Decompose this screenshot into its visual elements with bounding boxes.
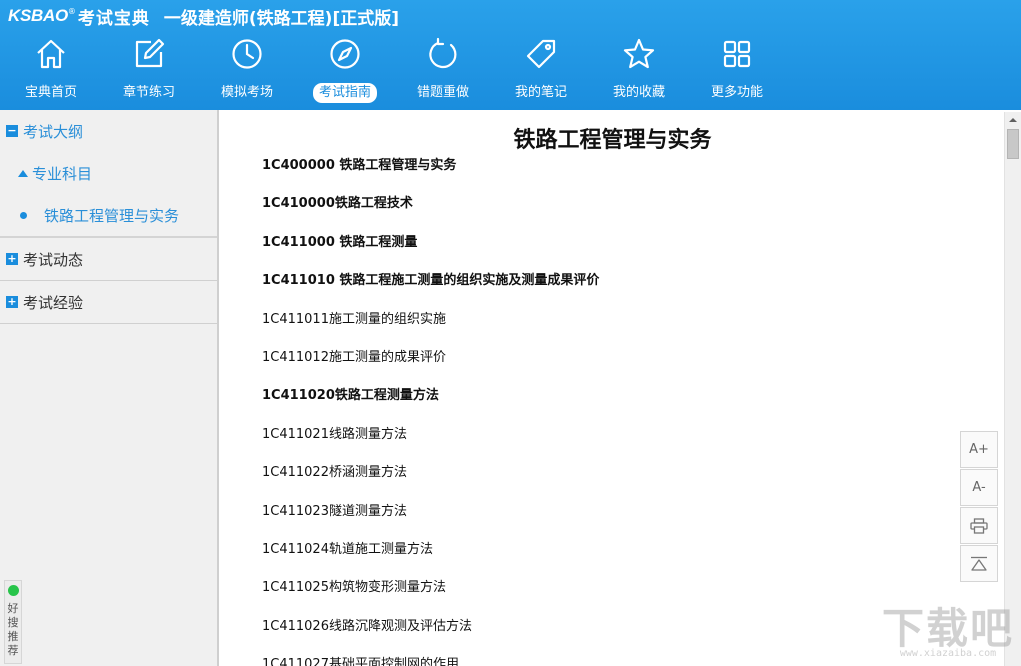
arrow-up-icon [1009, 118, 1017, 122]
sidebar-group-label: 考试经验 [23, 293, 84, 312]
nav-label: 更多功能 [710, 85, 763, 100]
document-title: 铁路工程管理与实务 [513, 128, 712, 153]
edit-icon [135, 38, 165, 68]
nav-item-redo-mistakes[interactable]: 错题重做 [394, 30, 492, 106]
clock-icon [232, 39, 262, 69]
nav-label: 我的收藏 [612, 85, 665, 100]
document-line: 1C400000 铁路工程管理与实务 [262, 158, 457, 173]
sidebar-group-exam-news[interactable]: + 考试动态 [0, 238, 217, 280]
sidebar-group-exam-experience[interactable]: + 考试经验 [0, 281, 217, 323]
sidebar-group-label: 考试大纲 [23, 122, 84, 141]
grid-icon [723, 40, 751, 68]
nav-item-my-notes[interactable]: 我的笔记 [492, 30, 590, 106]
sidebar-group-label: 考试动态 [23, 250, 84, 269]
scroll-up-button[interactable] [1005, 112, 1021, 128]
document-line: 1C411010 铁路工程施工测量的组织实施及测量成果评价 [262, 273, 600, 289]
haosou-recommend-widget[interactable]: 好搜推荐 [4, 580, 22, 664]
logo-chinese: 考试宝典 [77, 8, 150, 29]
document-line: 1C410000铁路工程技术 [262, 196, 413, 212]
back-to-top-icon [971, 556, 987, 571]
triangle-up-icon [18, 169, 28, 177]
sidebar-group-exam-outline[interactable]: − 考试大纲 [0, 110, 217, 152]
title-row: KSBAO ® 考试宝典 一级建造师(铁路工程)[正式版] [8, 4, 399, 29]
haosou-recommend-label: 好搜推荐 [7, 602, 19, 657]
logo-latin: KSBAO [8, 6, 68, 25]
print-button[interactable] [960, 507, 998, 544]
vertical-scrollbar[interactable] [1004, 112, 1021, 666]
nav-item-my-favorites[interactable]: 我的收藏 [590, 30, 688, 106]
sidebar-divider [0, 323, 217, 324]
sidebar: − 考试大纲 专业科目 铁路工程管理与实务 + 考试动态 + 考试经验 [0, 110, 219, 666]
nav-item-chapter-practice[interactable]: 章节练习 [100, 30, 198, 106]
document-line: 1C411025构筑物变形测量方法 [262, 580, 446, 596]
nav-label: 我的笔记 [514, 85, 567, 100]
home-icon [37, 39, 65, 69]
nav-item-exam-guide[interactable]: 考试指南 [296, 30, 394, 106]
app-title: 一级建造师(铁路工程)[正式版] [163, 8, 399, 29]
back-to-top-button[interactable] [960, 545, 998, 582]
document-line: 1C411024轨道施工测量方法 [262, 541, 433, 557]
sidebar-sub-professional-subjects[interactable]: 专业科目 [0, 152, 217, 194]
star-icon [623, 38, 655, 69]
nav-item-home[interactable]: 宝典首页 [2, 30, 100, 106]
document-line: 1C411012施工测量的成果评价 [262, 349, 446, 365]
document-line: 1C411023隧道测量方法 [262, 503, 407, 519]
sidebar-sub-label: 专业科目 [32, 164, 93, 183]
collapse-icon[interactable]: − [6, 125, 18, 137]
font-increase-button[interactable]: A+ [960, 431, 998, 468]
document-line: 1C411011施工测量的组织实施 [262, 311, 446, 327]
expand-icon[interactable]: + [6, 296, 18, 308]
top-toolbar: KSBAO ® 考试宝典 一级建造师(铁路工程)[正式版] 宝典首页 章节练习 [0, 0, 1021, 110]
document-line: 1C411027基础平面控制网的作用 [262, 657, 459, 666]
document-line: 1C411022桥涵测量方法 [262, 465, 407, 481]
compass-icon [330, 39, 360, 69]
nav-label: 章节练习 [122, 85, 175, 100]
bullet-dot-icon [20, 211, 27, 219]
expand-icon[interactable]: + [6, 253, 18, 265]
logo-registered-mark: ® [67, 6, 76, 16]
nav-label: 错题重做 [416, 85, 469, 100]
sidebar-item-label: 铁路工程管理与实务 [44, 206, 180, 225]
document-line: 1C411020铁路工程测量方法 [262, 388, 439, 404]
refresh-icon [429, 37, 457, 69]
nav-item-more-functions[interactable]: 更多功能 [688, 30, 786, 106]
nav-item-mock-exam[interactable]: 模拟考场 [198, 30, 296, 106]
document-line: 1C411021线路测量方法 [262, 426, 407, 442]
document-view: 铁路工程管理与实务 1C400000 铁路工程管理与实务 1C410000铁路工程… [221, 112, 1004, 666]
document-line: 1C411026线路沉降观测及评估方法 [262, 618, 472, 634]
scrollbar-thumb[interactable] [1007, 129, 1019, 159]
status-dot-icon [7, 585, 19, 596]
document-lines: 1C400000 铁路工程管理与实务 1C410000铁路工程技术 1C411000… [262, 156, 599, 666]
nav-label: 宝典首页 [24, 85, 77, 100]
nav-label: 模拟考场 [220, 85, 273, 100]
font-decrease-button[interactable]: A- [960, 469, 998, 506]
reader-tools: A+ A- [960, 431, 998, 583]
sidebar-item-railway-management[interactable]: 铁路工程管理与实务 [0, 194, 217, 236]
tag-icon [526, 39, 556, 69]
print-icon [970, 517, 988, 534]
main-nav: 宝典首页 章节练习 模拟考场 考试指南 错题重做 我的笔记 我的收藏 更多功能 [2, 30, 786, 106]
nav-label: 考试指南 [312, 83, 377, 103]
document-line: 1C411000 铁路工程测量 [262, 234, 418, 250]
